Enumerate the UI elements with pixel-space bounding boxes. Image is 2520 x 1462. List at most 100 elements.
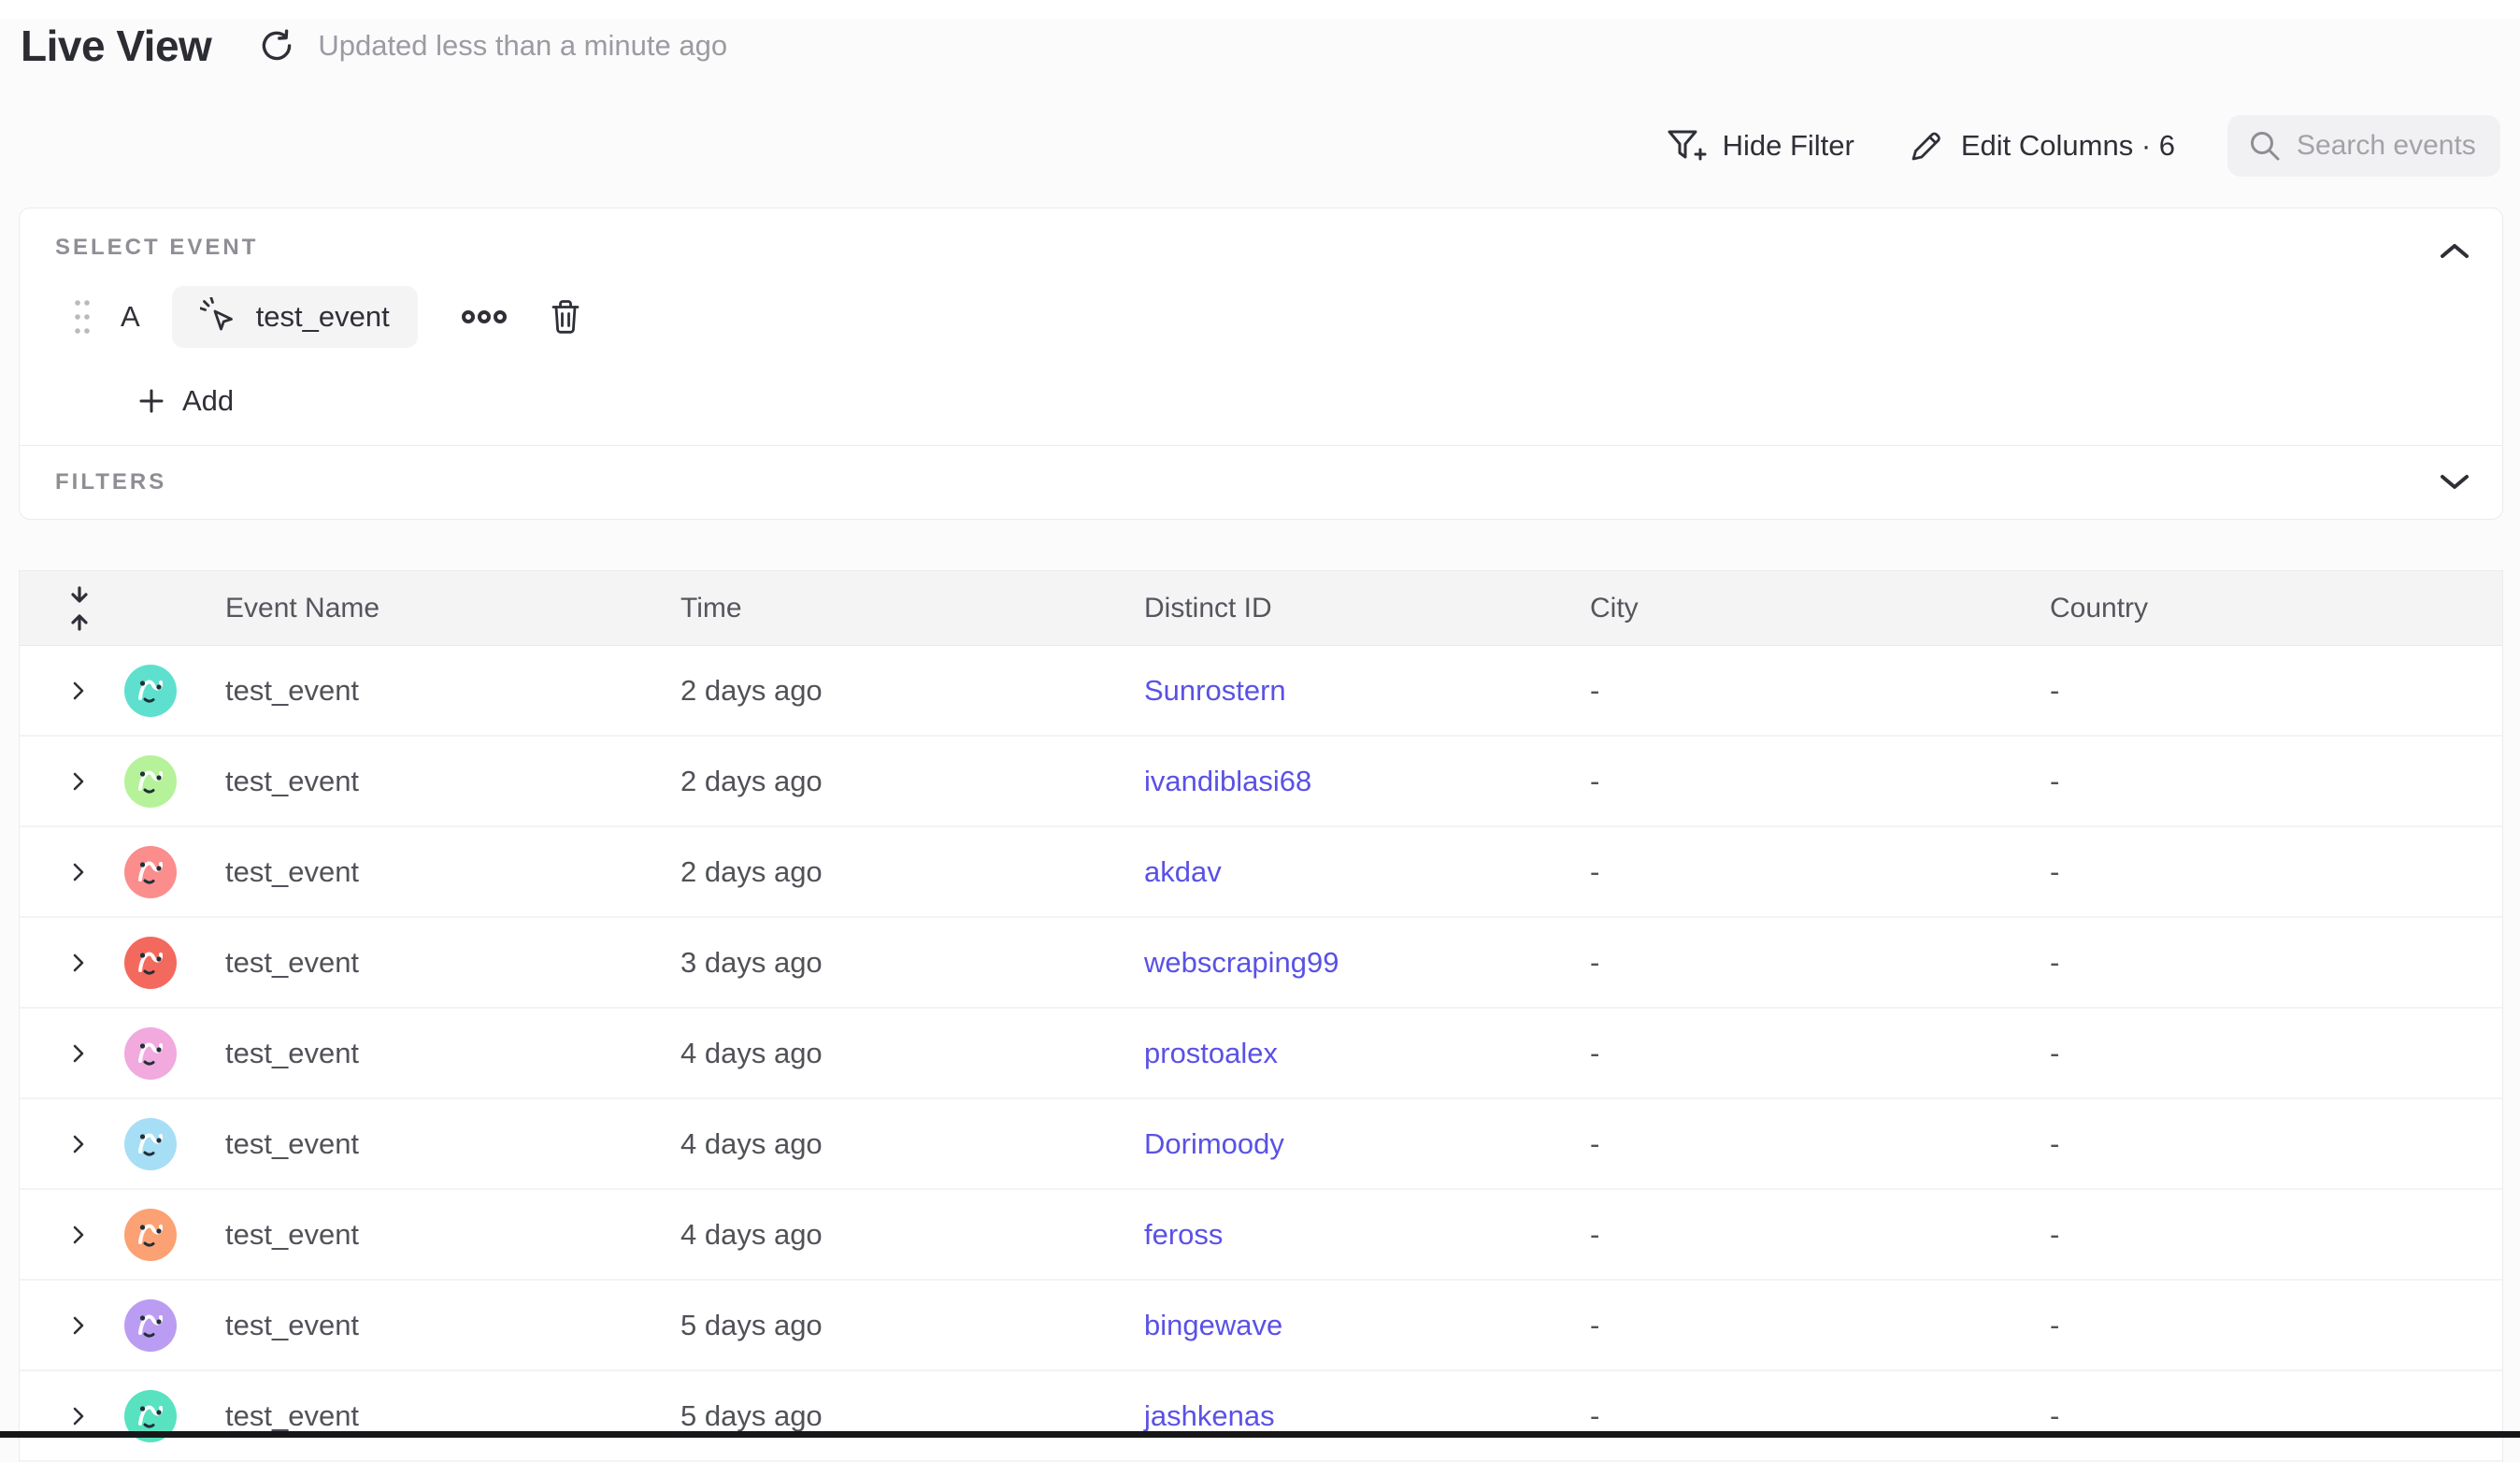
edit-columns-button[interactable]: Edit Columns · 6 [1907, 126, 2175, 165]
column-header-event-name: Event Name [225, 593, 680, 624]
collapse-select-event-button[interactable] [2439, 242, 2470, 261]
chevron-right-icon [72, 681, 85, 701]
collapse-rows-button[interactable] [66, 582, 100, 635]
table-row: test_event 5 days ago bingewave - - [20, 1281, 2502, 1371]
chevron-right-icon [72, 862, 85, 882]
event-name-cell: test_event [225, 1309, 680, 1342]
chevron-down-icon [2439, 472, 2470, 491]
select-event-label: SELECT EVENT [55, 235, 258, 261]
distinct-id-link[interactable]: bingewave [1144, 1309, 1590, 1342]
distinct-id-link[interactable]: jashkenas [1144, 1399, 1590, 1433]
country-cell: - [2050, 1309, 2502, 1342]
country-cell: - [2050, 674, 2502, 708]
refresh-icon [258, 27, 295, 64]
distinct-id-link[interactable]: webscraping99 [1144, 946, 1590, 980]
chevron-right-icon [72, 953, 85, 973]
city-cell: - [1590, 674, 2050, 708]
avatar [124, 937, 177, 989]
time-cell: 2 days ago [680, 855, 1144, 889]
drag-handle-icon[interactable] [72, 295, 93, 338]
updated-text: Updated less than a minute ago [318, 29, 727, 63]
avatar [124, 1299, 177, 1352]
distinct-id-link[interactable]: Dorimoody [1144, 1127, 1590, 1161]
distinct-id-link[interactable]: akdav [1144, 855, 1590, 889]
time-cell: 5 days ago [680, 1399, 1144, 1433]
event-name-cell: test_event [225, 946, 680, 980]
chevron-up-icon [2439, 242, 2470, 261]
pencil-icon [1907, 126, 1946, 165]
table-row: test_event 5 days ago jashkenas - - [20, 1371, 2502, 1462]
city-cell: - [1590, 1309, 2050, 1342]
table-row: test_event 2 days ago akdav - - [20, 827, 2502, 918]
event-name-cell: test_event [225, 674, 680, 708]
chevron-right-icon [72, 1315, 85, 1336]
expand-row-button[interactable] [72, 767, 96, 796]
top-strip [0, 0, 2520, 19]
distinct-id-link[interactable]: ivandiblasi68 [1144, 765, 1590, 798]
events-table: Event Name Time Distinct ID City Country… [19, 570, 2503, 1462]
bottom-edge-bar [0, 1431, 2520, 1438]
expand-row-button[interactable] [72, 1039, 96, 1068]
expand-row-button[interactable] [72, 1130, 96, 1158]
table-row: test_event 2 days ago ivandiblasi68 - - [20, 737, 2502, 827]
edit-columns-label: Edit Columns · 6 [1961, 129, 2175, 163]
add-event-button[interactable]: Add [137, 375, 234, 427]
filters-section: FILTERS [20, 446, 2502, 519]
time-cell: 2 days ago [680, 674, 1144, 708]
column-header-distinct-id: Distinct ID [1144, 593, 1590, 624]
city-cell: - [1590, 1218, 2050, 1252]
event-row: A test_event [72, 286, 582, 348]
plus-icon [137, 387, 165, 415]
distinct-id-link[interactable]: prostoalex [1144, 1037, 1590, 1070]
search-icon [2246, 127, 2284, 165]
column-header-city: City [1590, 593, 2050, 624]
distinct-id-link[interactable]: feross [1144, 1218, 1590, 1252]
hide-filter-label: Hide Filter [1723, 129, 1854, 163]
event-name-cell: test_event [225, 855, 680, 889]
table-row: test_event 4 days ago Dorimoody - - [20, 1099, 2502, 1190]
avatar [124, 846, 177, 898]
table-row: test_event 3 days ago webscraping99 - - [20, 918, 2502, 1009]
avatar [124, 755, 177, 808]
toolbar: Hide Filter Edit Columns · 6 [1665, 112, 2500, 179]
city-cell: - [1590, 1127, 2050, 1161]
country-cell: - [2050, 855, 2502, 889]
filters-label: FILTERS [55, 469, 166, 495]
city-cell: - [1590, 1037, 2050, 1070]
time-cell: 5 days ago [680, 1309, 1144, 1342]
query-builder-panel: SELECT EVENT A test_event [19, 208, 2503, 520]
time-cell: 4 days ago [680, 1037, 1144, 1070]
chevron-right-icon [72, 1406, 85, 1426]
page-header: Live View Updated less than a minute ago [21, 21, 727, 71]
search-box [2227, 115, 2500, 177]
expand-row-button[interactable] [72, 1312, 96, 1340]
city-cell: - [1590, 1399, 2050, 1433]
expand-row-button[interactable] [72, 949, 96, 977]
time-cell: 4 days ago [680, 1127, 1144, 1161]
event-letter: A [121, 300, 140, 334]
ellipsis-icon [461, 308, 508, 325]
column-header-country: Country [2050, 593, 2502, 624]
filter-plus-icon [1665, 126, 1708, 165]
table-body: test_event 2 days ago Sunrostern - - tes… [20, 646, 2502, 1462]
time-cell: 3 days ago [680, 946, 1144, 980]
more-options-button[interactable] [461, 308, 508, 325]
event-chip[interactable]: test_event [172, 286, 418, 348]
expand-row-button[interactable] [72, 1221, 96, 1249]
event-chip-label: test_event [256, 300, 390, 334]
refresh-button[interactable] [256, 25, 297, 66]
distinct-id-link[interactable]: Sunrostern [1144, 674, 1590, 708]
cursor-click-icon [200, 297, 239, 337]
trash-icon [549, 298, 582, 336]
chevron-right-icon [72, 1134, 85, 1154]
country-cell: - [2050, 1218, 2502, 1252]
expand-filters-button[interactable] [2439, 472, 2470, 491]
chevron-right-icon [72, 771, 85, 792]
hide-filter-button[interactable]: Hide Filter [1665, 126, 1854, 165]
expand-row-button[interactable] [72, 677, 96, 705]
event-name-cell: test_event [225, 1399, 680, 1433]
delete-event-button[interactable] [549, 298, 582, 336]
expand-row-button[interactable] [72, 858, 96, 886]
expand-row-button[interactable] [72, 1402, 96, 1430]
country-cell: - [2050, 1127, 2502, 1161]
